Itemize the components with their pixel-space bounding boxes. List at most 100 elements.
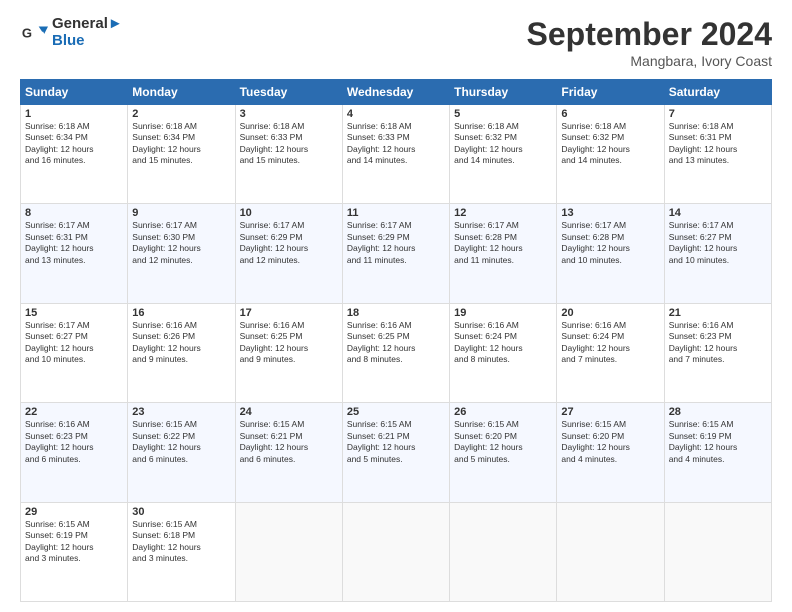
weekday-header-thursday: Thursday [450,80,557,105]
calendar-cell: 22 Sunrise: 6:16 AMSunset: 6:23 PMDaylig… [21,403,128,502]
day-number: 29 [25,506,123,518]
cell-content: Sunrise: 6:18 AMSunset: 6:33 PMDaylight:… [240,121,309,165]
location-title: Mangbara, Ivory Coast [527,53,772,69]
weekday-header-wednesday: Wednesday [342,80,449,105]
calendar-cell: 10 Sunrise: 6:17 AMSunset: 6:29 PMDaylig… [235,204,342,303]
day-number: 4 [347,108,445,120]
calendar-cell: 18 Sunrise: 6:16 AMSunset: 6:25 PMDaylig… [342,303,449,402]
day-number: 19 [454,307,552,319]
calendar-cell: 29 Sunrise: 6:15 AMSunset: 6:19 PMDaylig… [21,502,128,601]
svg-text:G: G [22,25,32,40]
cell-content: Sunrise: 6:15 AMSunset: 6:18 PMDaylight:… [132,519,201,563]
cell-content: Sunrise: 6:15 AMSunset: 6:20 PMDaylight:… [454,419,523,463]
calendar-cell: 21 Sunrise: 6:16 AMSunset: 6:23 PMDaylig… [664,303,771,402]
calendar-cell [450,502,557,601]
cell-content: Sunrise: 6:17 AMSunset: 6:28 PMDaylight:… [454,220,523,264]
calendar-cell: 23 Sunrise: 6:15 AMSunset: 6:22 PMDaylig… [128,403,235,502]
calendar-cell: 8 Sunrise: 6:17 AMSunset: 6:31 PMDayligh… [21,204,128,303]
calendar-cell: 4 Sunrise: 6:18 AMSunset: 6:33 PMDayligh… [342,105,449,204]
cell-content: Sunrise: 6:16 AMSunset: 6:23 PMDaylight:… [25,419,94,463]
calendar-cell: 1 Sunrise: 6:18 AMSunset: 6:34 PMDayligh… [21,105,128,204]
calendar-cell: 2 Sunrise: 6:18 AMSunset: 6:34 PMDayligh… [128,105,235,204]
calendar-cell: 9 Sunrise: 6:17 AMSunset: 6:30 PMDayligh… [128,204,235,303]
calendar-table: SundayMondayTuesdayWednesdayThursdayFrid… [20,79,772,602]
calendar-week-2: 8 Sunrise: 6:17 AMSunset: 6:31 PMDayligh… [21,204,772,303]
weekday-header-row: SundayMondayTuesdayWednesdayThursdayFrid… [21,80,772,105]
logo: G General► Blue [20,16,123,49]
day-number: 2 [132,108,230,120]
day-number: 26 [454,406,552,418]
calendar-cell: 27 Sunrise: 6:15 AMSunset: 6:20 PMDaylig… [557,403,664,502]
calendar-cell [664,502,771,601]
day-number: 15 [25,307,123,319]
calendar-cell: 25 Sunrise: 6:15 AMSunset: 6:21 PMDaylig… [342,403,449,502]
calendar-cell: 13 Sunrise: 6:17 AMSunset: 6:28 PMDaylig… [557,204,664,303]
calendar-cell: 30 Sunrise: 6:15 AMSunset: 6:18 PMDaylig… [128,502,235,601]
day-number: 5 [454,108,552,120]
calendar-cell: 11 Sunrise: 6:17 AMSunset: 6:29 PMDaylig… [342,204,449,303]
day-number: 18 [347,307,445,319]
cell-content: Sunrise: 6:18 AMSunset: 6:32 PMDaylight:… [454,121,523,165]
day-number: 1 [25,108,123,120]
day-number: 14 [669,207,767,219]
day-number: 30 [132,506,230,518]
cell-content: Sunrise: 6:16 AMSunset: 6:24 PMDaylight:… [454,320,523,364]
day-number: 25 [347,406,445,418]
calendar-cell: 15 Sunrise: 6:17 AMSunset: 6:27 PMDaylig… [21,303,128,402]
calendar-cell [557,502,664,601]
calendar-cell [235,502,342,601]
cell-content: Sunrise: 6:15 AMSunset: 6:19 PMDaylight:… [25,519,94,563]
calendar-cell: 20 Sunrise: 6:16 AMSunset: 6:24 PMDaylig… [557,303,664,402]
day-number: 28 [669,406,767,418]
cell-content: Sunrise: 6:18 AMSunset: 6:32 PMDaylight:… [561,121,630,165]
day-number: 11 [347,207,445,219]
cell-content: Sunrise: 6:16 AMSunset: 6:25 PMDaylight:… [240,320,309,364]
month-title: September 2024 [527,16,772,53]
cell-content: Sunrise: 6:18 AMSunset: 6:34 PMDaylight:… [25,121,94,165]
logo-icon: G [20,19,48,47]
day-number: 20 [561,307,659,319]
weekday-header-tuesday: Tuesday [235,80,342,105]
cell-content: Sunrise: 6:17 AMSunset: 6:28 PMDaylight:… [561,220,630,264]
page: G General► Blue September 2024 Mangbara,… [0,0,792,612]
cell-content: Sunrise: 6:17 AMSunset: 6:27 PMDaylight:… [25,320,94,364]
calendar-cell: 12 Sunrise: 6:17 AMSunset: 6:28 PMDaylig… [450,204,557,303]
cell-content: Sunrise: 6:17 AMSunset: 6:31 PMDaylight:… [25,220,94,264]
day-number: 27 [561,406,659,418]
calendar-cell: 14 Sunrise: 6:17 AMSunset: 6:27 PMDaylig… [664,204,771,303]
calendar-cell: 6 Sunrise: 6:18 AMSunset: 6:32 PMDayligh… [557,105,664,204]
cell-content: Sunrise: 6:18 AMSunset: 6:34 PMDaylight:… [132,121,201,165]
title-block: September 2024 Mangbara, Ivory Coast [527,16,772,69]
cell-content: Sunrise: 6:17 AMSunset: 6:30 PMDaylight:… [132,220,201,264]
weekday-header-friday: Friday [557,80,664,105]
header: G General► Blue September 2024 Mangbara,… [20,16,772,69]
day-number: 22 [25,406,123,418]
day-number: 9 [132,207,230,219]
cell-content: Sunrise: 6:16 AMSunset: 6:25 PMDaylight:… [347,320,416,364]
cell-content: Sunrise: 6:15 AMSunset: 6:21 PMDaylight:… [240,419,309,463]
day-number: 24 [240,406,338,418]
cell-content: Sunrise: 6:18 AMSunset: 6:31 PMDaylight:… [669,121,738,165]
calendar-week-1: 1 Sunrise: 6:18 AMSunset: 6:34 PMDayligh… [21,105,772,204]
cell-content: Sunrise: 6:15 AMSunset: 6:21 PMDaylight:… [347,419,416,463]
cell-content: Sunrise: 6:16 AMSunset: 6:26 PMDaylight:… [132,320,201,364]
day-number: 17 [240,307,338,319]
day-number: 16 [132,307,230,319]
cell-content: Sunrise: 6:17 AMSunset: 6:29 PMDaylight:… [347,220,416,264]
calendar-cell: 19 Sunrise: 6:16 AMSunset: 6:24 PMDaylig… [450,303,557,402]
calendar-week-4: 22 Sunrise: 6:16 AMSunset: 6:23 PMDaylig… [21,403,772,502]
weekday-header-sunday: Sunday [21,80,128,105]
cell-content: Sunrise: 6:15 AMSunset: 6:19 PMDaylight:… [669,419,738,463]
calendar-cell: 17 Sunrise: 6:16 AMSunset: 6:25 PMDaylig… [235,303,342,402]
calendar-week-5: 29 Sunrise: 6:15 AMSunset: 6:19 PMDaylig… [21,502,772,601]
calendar-week-3: 15 Sunrise: 6:17 AMSunset: 6:27 PMDaylig… [21,303,772,402]
calendar-cell: 5 Sunrise: 6:18 AMSunset: 6:32 PMDayligh… [450,105,557,204]
day-number: 8 [25,207,123,219]
calendar-cell: 16 Sunrise: 6:16 AMSunset: 6:26 PMDaylig… [128,303,235,402]
weekday-header-saturday: Saturday [664,80,771,105]
day-number: 12 [454,207,552,219]
cell-content: Sunrise: 6:17 AMSunset: 6:29 PMDaylight:… [240,220,309,264]
day-number: 21 [669,307,767,319]
cell-content: Sunrise: 6:17 AMSunset: 6:27 PMDaylight:… [669,220,738,264]
day-number: 13 [561,207,659,219]
